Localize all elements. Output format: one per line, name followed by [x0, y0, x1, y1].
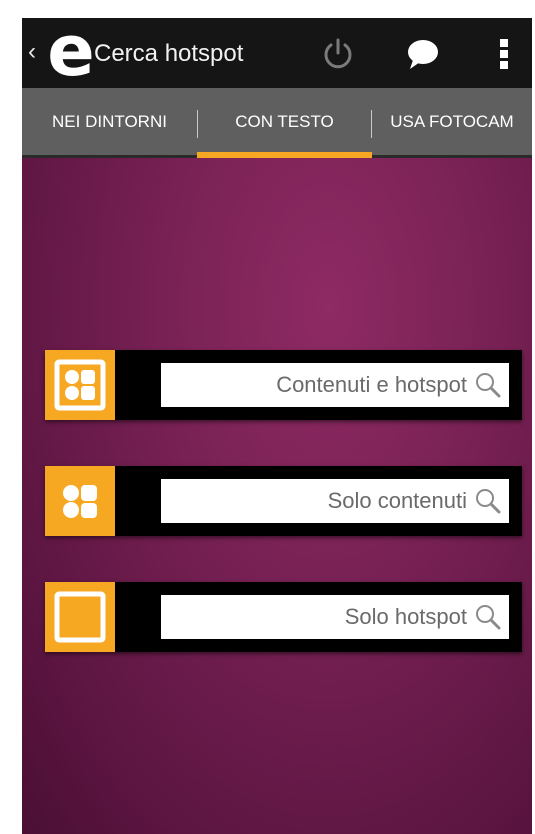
back-chevron-icon[interactable]: ‹ [28, 40, 36, 64]
contents-and-hotspot-icon [45, 350, 115, 420]
field-label: Solo contenuti [327, 488, 467, 513]
contents-and-hotspot-search-field[interactable]: Contenuti e hotspot [161, 363, 509, 407]
tab-nei-dintorni[interactable]: NEI DINTORNI [22, 88, 197, 155]
search-row-contents-only: Solo contenuti [45, 466, 522, 536]
contents-only-search-field[interactable]: Solo contenuti [161, 479, 509, 523]
search-icon[interactable] [473, 370, 503, 400]
search-row-hotspot-only: Solo hotspot [45, 582, 522, 652]
contents-only-icon [45, 466, 115, 536]
app-screen: ‹ e Cerca hotspot NEI DINTORNI CON TESTO… [22, 18, 532, 834]
power-icon[interactable] [320, 36, 356, 72]
field-label: Solo hotspot [344, 604, 467, 629]
page-title: Cerca hotspot [94, 40, 244, 67]
tab-con-testo[interactable]: CON TESTO [197, 88, 372, 155]
tab-usa-fotocam[interactable]: USA FOTOCAM [372, 88, 532, 155]
search-icon[interactable] [473, 486, 503, 516]
search-icon[interactable] [473, 602, 503, 632]
chat-icon[interactable] [404, 36, 440, 72]
hotspot-only-icon [45, 582, 115, 652]
search-content: Contenuti e hotspot Solo contenuti Solo … [22, 158, 532, 834]
search-row-contents-and-hotspot: Contenuti e hotspot [45, 350, 522, 420]
overflow-menu-icon[interactable] [486, 36, 522, 72]
tab-bar: NEI DINTORNI CON TESTO USA FOTOCAM [22, 88, 532, 158]
field-label: Contenuti e hotspot [276, 372, 467, 397]
app-logo[interactable]: e [44, 18, 98, 86]
action-bar: ‹ e Cerca hotspot [22, 18, 532, 88]
hotspot-only-search-field[interactable]: Solo hotspot [161, 595, 509, 639]
